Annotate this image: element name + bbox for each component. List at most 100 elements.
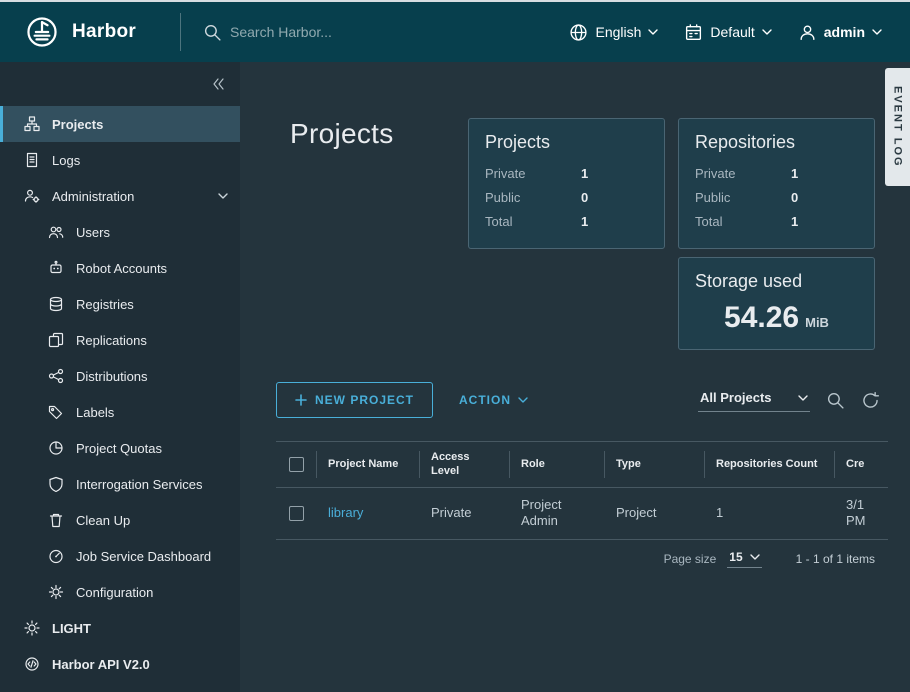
sidebar-item-label: Clean Up [76, 513, 130, 528]
header-actions: English Default admin [569, 23, 910, 42]
scope-label: Default [710, 24, 754, 40]
sidebar-item-label: Job Service Dashboard [76, 549, 211, 564]
items-summary: 1 - 1 of 1 items [796, 552, 875, 566]
user-label: admin [824, 24, 865, 40]
summary-cards: Projects Private 1 Public 0 Total 1 [468, 118, 875, 350]
sidebar-item-projects[interactable]: Projects [0, 106, 240, 142]
sidebar-item-label: Logs [52, 153, 80, 168]
select-all-checkbox[interactable] [289, 457, 304, 472]
column-header[interactable]: Repositories Count [704, 442, 834, 487]
role-cell: Project Admin [509, 488, 604, 540]
sidebar-item-label: Project Quotas [76, 441, 162, 456]
table-header-row: Project Name Access Level Role Type Repo… [276, 441, 888, 488]
sidebar-item-theme-toggle[interactable]: LIGHT [0, 610, 240, 646]
project-scope-filter[interactable]: All Projects [698, 388, 810, 412]
projects-toolbar: NEW PROJECT ACTION All Projects [276, 382, 888, 418]
page-size-label: Page size [664, 552, 717, 566]
harbor-logo-icon [26, 16, 58, 48]
card-title: Storage used [695, 271, 858, 292]
stat-row: Public 0 [485, 186, 648, 210]
sidebar-item-labels[interactable]: Labels [0, 394, 240, 430]
card-title: Projects [485, 132, 648, 153]
column-header[interactable]: Access Level [419, 442, 509, 487]
refresh-button[interactable] [861, 391, 880, 410]
global-search-input[interactable] [230, 24, 530, 40]
new-project-button[interactable]: NEW PROJECT [276, 382, 433, 418]
row-checkbox[interactable] [289, 506, 304, 521]
sidebar-item-replications[interactable]: Replications [0, 322, 240, 358]
event-log-tab[interactable]: EVENT LOG [885, 68, 910, 186]
dashboard-icon [48, 548, 64, 564]
language-menu[interactable]: English [569, 23, 658, 42]
sidebar-item-logs[interactable]: Logs [0, 142, 240, 178]
scope-menu[interactable]: Default [684, 23, 771, 42]
distributions-icon [48, 368, 64, 384]
sidebar-item-harbor-api[interactable]: Harbor API V2.0 [0, 646, 240, 682]
table-search-button[interactable] [826, 391, 845, 410]
table-row: library Private Project Admin Project 1 … [276, 488, 888, 541]
header-search [181, 23, 569, 42]
sidebar-item-label: Configuration [76, 585, 153, 600]
language-label: English [595, 24, 641, 40]
chevron-down-icon [762, 29, 772, 35]
sidebar-nav: Projects Logs Administration [0, 106, 240, 682]
card-title: Repositories [695, 132, 858, 153]
administration-icon [24, 188, 40, 204]
stat-row: Total 1 [695, 210, 858, 234]
sidebar-item-label: Registries [76, 297, 134, 312]
storage-summary-card: Storage used 54.26 MiB [678, 257, 875, 350]
chevron-down-icon [648, 29, 658, 35]
shield-icon [48, 476, 64, 492]
sidebar-item-registries[interactable]: Registries [0, 286, 240, 322]
event-log-label: EVENT LOG [892, 86, 904, 168]
type-cell: Project [604, 488, 704, 540]
user-menu[interactable]: admin [798, 23, 882, 42]
sidebar-collapse[interactable] [0, 62, 240, 106]
sidebar-item-administration[interactable]: Administration [0, 178, 240, 214]
refresh-icon [861, 391, 880, 410]
main-content: EVENT LOG Projects Projects Private 1 Pu… [240, 62, 910, 692]
action-dropdown-button[interactable]: ACTION [459, 393, 528, 407]
sidebar-item-label: Replications [76, 333, 147, 348]
creation-time-cell: 3/1 PM [834, 488, 888, 540]
sidebar-item-users[interactable]: Users [0, 214, 240, 250]
page-title: Projects [290, 118, 468, 350]
sidebar-item-job-service-dashboard[interactable]: Job Service Dashboard [0, 538, 240, 574]
globe-icon [569, 23, 588, 42]
sidebar-item-robot-accounts[interactable]: Robot Accounts [0, 250, 240, 286]
logs-icon [24, 152, 40, 168]
sidebar-item-clean-up[interactable]: Clean Up [0, 502, 240, 538]
brand-name: Harbor [72, 21, 136, 43]
project-name-link[interactable]: library [328, 505, 363, 522]
search-icon [826, 391, 845, 410]
registries-icon [48, 296, 64, 312]
api-icon [24, 656, 40, 672]
row-select-cell [276, 488, 316, 540]
storage-value: 54.26 [724, 301, 799, 335]
users-icon [48, 224, 64, 240]
sidebar-item-distributions[interactable]: Distributions [0, 358, 240, 394]
brand[interactable]: Harbor [0, 16, 180, 48]
sidebar-item-label: Interrogation Services [76, 477, 202, 492]
page-size-select[interactable]: 15 [727, 549, 761, 568]
chevron-down-icon [750, 554, 760, 560]
column-header[interactable]: Role [509, 442, 604, 487]
sidebar-item-configuration[interactable]: Configuration [0, 574, 240, 610]
plus-icon [295, 394, 307, 406]
sidebar-item-interrogation-services[interactable]: Interrogation Services [0, 466, 240, 502]
table-footer: Page size 15 1 - 1 of 1 items [276, 540, 888, 578]
trash-icon [48, 512, 64, 528]
search-icon [203, 23, 222, 42]
projects-summary-card: Projects Private 1 Public 0 Total 1 [468, 118, 665, 249]
column-header[interactable]: Type [604, 442, 704, 487]
sidebar-item-label: Projects [52, 117, 103, 132]
sidebar-item-label: Harbor API V2.0 [52, 657, 150, 672]
sidebar-item-label: Robot Accounts [76, 261, 167, 276]
sun-icon [24, 620, 40, 636]
select-all-cell [276, 442, 316, 487]
sidebar-item-project-quotas[interactable]: Project Quotas [0, 430, 240, 466]
column-header[interactable]: Cre [834, 442, 888, 487]
quotas-icon [48, 440, 64, 456]
column-header[interactable]: Project Name [316, 442, 419, 487]
sidebar-item-label: Users [76, 225, 110, 240]
